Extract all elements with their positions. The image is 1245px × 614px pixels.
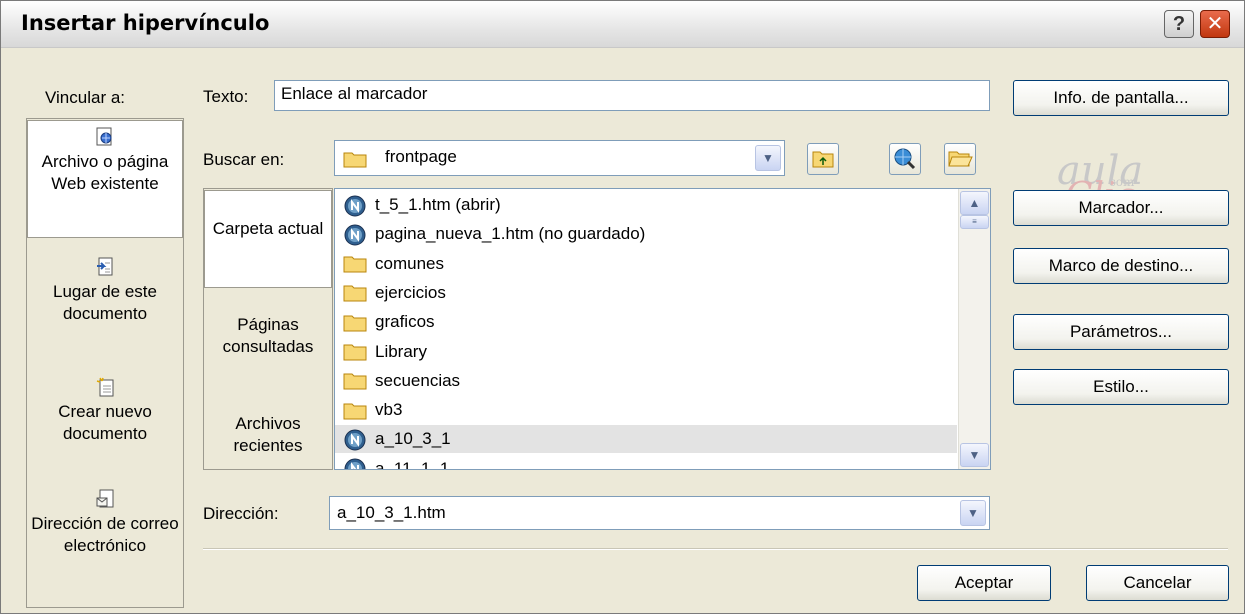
folder-icon [343,403,367,420]
link-to-email-button[interactable]: Dirección de correo electrónico [27,489,183,601]
frontpage-page-icon [344,195,366,217]
bookmark-button[interactable]: Marcador... [1013,190,1229,226]
new-document-icon [96,377,114,397]
file-name: pagina_nueva_1.htm (no guardado) [375,224,646,244]
file-list-item[interactable]: comunes [343,250,957,278]
scroll-down-button[interactable]: ▼ [960,443,989,467]
browse-web-button[interactable] [889,143,921,175]
address-combo[interactable]: a_10_3_1.htm ▼ [329,496,990,530]
browsed-pages-tab[interactable]: Páginas consultadas [204,314,332,364]
folder-icon [343,256,367,273]
file-name: Library [375,341,427,361]
browse-web-icon [894,148,916,170]
file-name: comunes [375,253,444,273]
browse-file-button[interactable] [944,143,976,175]
frontpage-page-icon [344,429,366,451]
current-folder-tab[interactable]: Carpeta actual [204,190,332,288]
folder-up-icon [812,151,834,168]
recent-files-tab[interactable]: Archivos recientes [204,413,332,463]
address-dropdown-arrow[interactable]: ▼ [960,500,986,526]
look-in-combo[interactable]: frontpage ▼ [334,140,785,176]
style-button[interactable]: Estilo... [1013,369,1229,405]
open-folder-icon [948,151,973,167]
folder-icon [343,315,367,332]
folder-icon [343,344,367,361]
address-value: a_10_3_1.htm [337,503,446,522]
look-in-dropdown-arrow[interactable]: ▼ [755,145,781,171]
link-to-bar: Archivo o página Web existente Lugar de … [26,118,184,608]
help-button[interactable]: ? [1164,10,1194,38]
link-to-label: Vincular a: [45,88,126,107]
screen-tip-button[interactable]: Info. de pantalla... [1013,80,1229,116]
close-button[interactable]: ✕ [1200,10,1230,38]
file-name: graficos [375,312,435,332]
scroll-up-button[interactable]: ▲ [960,191,989,215]
ok-button[interactable]: Aceptar [917,565,1051,601]
file-name: a_10_3_1 [375,429,451,449]
file-list-item[interactable]: vb3 [343,396,957,424]
look-in-value: frontpage [385,147,457,166]
insert-hyperlink-dialog: Insertar hipervínculo ? ✕ Vincular a: Ar… [0,0,1245,614]
parameters-button[interactable]: Parámetros... [1013,314,1229,350]
file-list-item[interactable]: Library [343,338,957,366]
file-name: t_5_1.htm (abrir) [375,195,501,214]
separator [203,548,1228,550]
link-to-place-in-document-label: Lugar de este documento [53,282,157,323]
link-to-new-document-button[interactable]: Crear nuevo documento [27,377,183,467]
file-list-item[interactable]: ejercicios [343,279,957,307]
frontpage-page-icon [344,224,366,246]
file-list[interactable]: t_5_1.htm (abrir) pagina_nueva_1.htm (no … [334,188,991,470]
file-name: vb3 [375,400,403,420]
link-to-new-document-label: Crear nuevo documento [58,402,152,443]
file-list-item[interactable]: secuencias [343,367,957,395]
text-label: Texto: [203,87,249,106]
cancel-button[interactable]: Cancelar [1086,565,1229,601]
file-list-item[interactable]: pagina_nueva_1.htm (no guardado) [343,220,957,248]
folder-icon [343,152,367,168]
file-name: ejercicios [375,282,446,302]
look-in-label: Buscar en: [203,150,285,169]
file-list-item[interactable]: t_5_1.htm (abrir) [343,191,957,219]
file-list-item[interactable]: a_10_3_1 [335,425,957,454]
file-list-item[interactable]: a_11_1_1 [343,455,957,470]
file-name: a_11_1_1 [375,458,450,470]
file-list-scrollbar[interactable]: ▲ ≡ ▼ [958,189,990,469]
document-place-icon [97,257,113,276]
folder-icon [343,373,367,390]
scroll-thumb[interactable]: ≡ [960,215,989,229]
link-to-existing-file-button[interactable]: Archivo o página Web existente [27,120,183,238]
file-name: secuencias [375,370,461,390]
address-label: Dirección: [203,504,279,523]
window-title: Insertar hipervínculo [21,11,270,35]
text-input[interactable]: Enlace al marcador [274,80,990,111]
watermark-com: com [1109,175,1135,189]
link-to-place-in-document-button[interactable]: Lugar de este documento [27,257,183,347]
title-bar[interactable]: Insertar hipervínculo ? ✕ [1,1,1244,48]
frontpage-page-icon [344,458,366,469]
web-page-icon [96,127,112,146]
email-icon [96,489,114,508]
up-one-folder-button[interactable] [807,143,839,175]
link-to-existing-file-label: Archivo o página Web existente [41,152,169,193]
target-frame-button[interactable]: Marco de destino... [1013,248,1229,284]
link-to-email-label: Dirección de correo electrónico [31,514,179,555]
file-source-bar: Carpeta actual Páginas consultadas Archi… [203,188,333,470]
folder-icon [343,285,367,302]
file-list-item[interactable]: graficos [343,308,957,336]
